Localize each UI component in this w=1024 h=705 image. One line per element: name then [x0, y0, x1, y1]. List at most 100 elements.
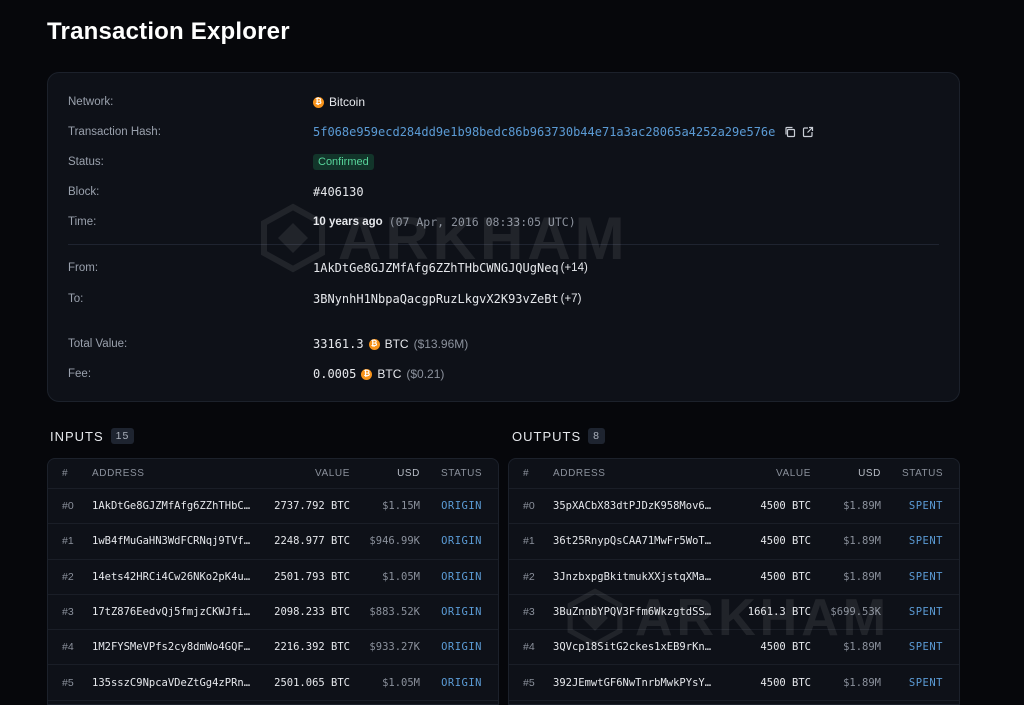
row-address[interactable]: 14ets42HRCi4Cw26NKo2pK4u… — [92, 571, 252, 583]
row-address[interactable]: 36t25RnypQsCAA71MwFr5WoTaJw… — [553, 535, 713, 547]
row-status: ORIGIN — [441, 500, 482, 513]
row-usd: $1.89M — [843, 500, 881, 513]
inputs-section-header: INPUTS 15 — [50, 428, 135, 444]
row-usd: $1.89M — [843, 676, 881, 689]
row-address[interactable]: 3JnzbxpgBkitmukXXjstqXManY1… — [553, 571, 713, 583]
transaction-summary-card: Network: ₿ Bitcoin Transaction Hash: 5f0… — [47, 72, 960, 402]
row-address[interactable]: 392JEmwtGF6NwTnrbMwkPYsYXzg… — [553, 677, 713, 689]
table-row[interactable]: #4 1M2FYSMeVPfs2cy8dmWo4GQF… 2216.392 BTC $… — [48, 630, 498, 666]
network-value: Bitcoin — [329, 95, 366, 109]
from-address[interactable]: 1AkDtGe8GJZMfAfg6ZZhTHbCWNGJQUgNeq — [313, 261, 559, 275]
column-header-index: # — [62, 468, 69, 479]
row-address[interactable]: 17tZ876EedvQj5fmjzCKWJfi… — [92, 606, 252, 618]
column-header-value: VALUE — [314, 468, 350, 479]
row-value: 2501.793 BTC — [274, 570, 350, 583]
column-header-usd: USD — [397, 468, 420, 479]
row-usd: $933.27K — [369, 641, 420, 654]
block-label: Block: — [68, 186, 100, 198]
row-status: SPENT — [908, 535, 943, 548]
table-row[interactable]: #2 14ets42HRCi4Cw26NKo2pK4u… 2501.793 BTC $… — [48, 560, 498, 595]
row-usd: $946.99K — [369, 535, 420, 548]
row-index: #0 — [523, 500, 535, 513]
row-usd: $1.05M — [382, 676, 420, 689]
fee-unit: BTC — [377, 367, 402, 381]
row-status: SPENT — [908, 500, 943, 513]
network-label: Network: — [68, 96, 114, 108]
inputs-table: # ADDRESS VALUE USD STATUS #0 1AkDtGe8GJZ… — [47, 458, 499, 705]
row-status: ORIGIN — [441, 535, 482, 548]
row-status: ORIGIN — [441, 606, 482, 619]
outputs-title: OUTPUTS — [512, 428, 582, 444]
column-header-index: # — [523, 468, 530, 479]
total-value-row: Total Value: 33161.3 ₿ BTC ($13.96M) — [48, 334, 959, 354]
row-status: SPENT — [908, 641, 943, 654]
row-index: #4 — [523, 641, 535, 654]
copy-icon[interactable] — [783, 125, 797, 139]
outputs-section-header: OUTPUTS 8 — [512, 428, 605, 444]
row-value: 2501.065 BTC — [274, 676, 350, 689]
hash-label: Transaction Hash: — [68, 126, 161, 138]
column-header-address: ADDRESS — [92, 468, 145, 479]
from-row: From: 1AkDtGe8GJZMfAfg6ZZhTHbCWNGJQUgNeq… — [48, 258, 959, 278]
row-value: 2216.392 BTC — [274, 641, 350, 654]
row-address[interactable]: 135sszC9NpcaVDeZtGg4zPRn… — [92, 677, 252, 689]
row-usd: $1.15M — [382, 500, 420, 513]
block-number[interactable]: #406130 — [313, 185, 364, 199]
from-extra-count[interactable]: (+14) — [561, 262, 588, 274]
row-usd: $1.89M — [843, 641, 881, 654]
table-row[interactable]: #1 36t25RnypQsCAA71MwFr5WoTaJw… 4500 BTC $1… — [509, 524, 959, 560]
column-header-status: STATUS — [902, 468, 943, 479]
table-row[interactable]: #5 135sszC9NpcaVDeZtGg4zPRn… 2501.065 BTC $… — [48, 665, 498, 701]
transaction-hash-link[interactable]: 5f068e959ecd284dd9e1b98bedc86b963730b44e… — [313, 125, 775, 139]
hash-row: Transaction Hash: 5f068e959ecd284dd9e1b9… — [48, 122, 959, 142]
from-label: From: — [68, 262, 99, 274]
time-full: (07 Apr, 2016 08:33:05 UTC) — [388, 215, 576, 229]
to-address[interactable]: 3BNynhH1NbpaQacgpRuzLkgvX2K93vZeBt — [313, 292, 559, 306]
column-header-usd: USD — [858, 468, 881, 479]
row-index: #3 — [523, 606, 535, 619]
column-header-address: ADDRESS — [553, 468, 606, 479]
fee-usd: ($0.21) — [406, 367, 445, 381]
table-row[interactable]: #2 3JnzbxpgBkitmukXXjstqXManY1… 4500 BTC $1… — [509, 560, 959, 595]
bitcoin-icon: ₿ — [368, 338, 380, 350]
row-status: SPENT — [908, 606, 943, 619]
inputs-title: INPUTS — [50, 428, 104, 444]
table-row[interactable]: #4 3QVcp18SitG2ckes1xEB9rKnEPt… 4500 BTC $1… — [509, 630, 959, 666]
table-row[interactable]: #0 1AkDtGe8GJZMfAfg6ZZhTHbC… 2737.792 BTC $… — [48, 489, 498, 525]
row-index: #0 — [62, 500, 74, 513]
row-value: 4500 BTC — [760, 535, 811, 548]
row-value: 4500 BTC — [760, 676, 811, 689]
row-status: ORIGIN — [441, 641, 482, 654]
row-status: ORIGIN — [441, 570, 482, 583]
table-row[interactable]: #3 3BuZnnbYPQV3Ffm6WkzgtdSSAEm… 1661.3 BTC… — [509, 595, 959, 631]
row-address[interactable]: 1AkDtGe8GJZMfAfg6ZZhTHbC… — [92, 500, 252, 512]
bitcoin-icon: ₿ — [313, 96, 324, 108]
row-address[interactable]: 1wB4fMuGaHN3WdFCRNqj9TVf… — [92, 535, 252, 547]
table-row[interactable]: #0 35pXACbX83dtPJDzK958Mov6T5q… 4500 BTC $1… — [509, 489, 959, 525]
outputs-table: # ADDRESS VALUE USD STATUS #0 35pXACbX83d… — [508, 458, 960, 705]
row-address[interactable]: 3QVcp18SitG2ckes1xEB9rKnEPt… — [553, 641, 713, 653]
row-value: 4500 BTC — [760, 641, 811, 654]
to-row: To: 3BNynhH1NbpaQacgpRuzLkgvX2K93vZeBt (… — [48, 289, 959, 309]
row-status: SPENT — [908, 676, 943, 689]
table-row[interactable]: #5 392JEmwtGF6NwTnrbMwkPYsYXzg… 4500 BTC $1… — [509, 665, 959, 701]
time-label: Time: — [68, 216, 97, 228]
status-label: Status: — [68, 156, 104, 168]
column-header-value: VALUE — [775, 468, 811, 479]
table-row[interactable]: #3 17tZ876EedvQj5fmjzCKWJfi… 2098.233 BTC $… — [48, 595, 498, 631]
row-index: #3 — [62, 606, 74, 619]
table-row[interactable]: #1 1wB4fMuGaHN3WdFCRNqj9TVf… 2248.977 BTC $… — [48, 524, 498, 560]
time-ago: 10 years ago — [313, 216, 383, 228]
fee-label: Fee: — [68, 368, 92, 380]
row-address[interactable]: 3BuZnnbYPQV3Ffm6WkzgtdSSAEm… — [553, 606, 713, 618]
row-address[interactable]: 1M2FYSMeVPfs2cy8dmWo4GQF… — [92, 641, 252, 653]
row-address[interactable]: 35pXACbX83dtPJDzK958Mov6T5q… — [553, 500, 713, 512]
to-extra-count[interactable]: (+7) — [561, 293, 582, 305]
row-value: 2098.233 BTC — [274, 606, 350, 619]
outputs-count-badge: 8 — [588, 428, 605, 444]
external-link-icon[interactable] — [801, 125, 815, 139]
row-index: #1 — [523, 535, 535, 548]
row-usd: $699.53K — [830, 606, 881, 619]
status-row: Status: Confirmed — [48, 152, 959, 172]
total-value-usd: ($13.96M) — [413, 337, 469, 351]
